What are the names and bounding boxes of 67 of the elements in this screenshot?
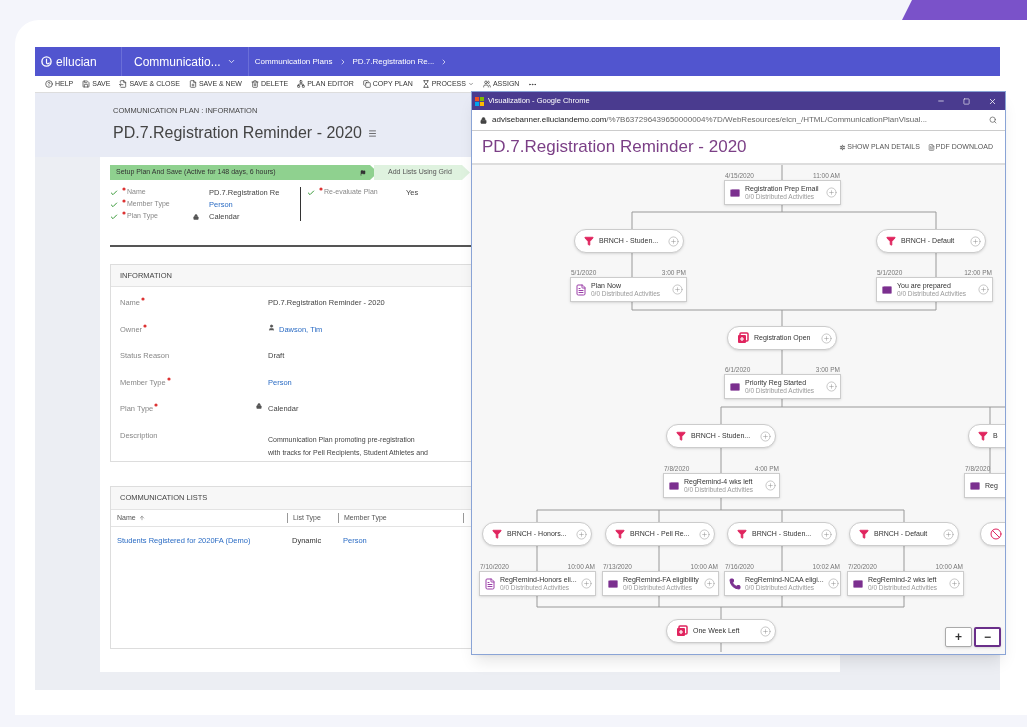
document-icon — [575, 283, 587, 296]
funnel-icon — [615, 529, 625, 539]
document-icon — [484, 577, 496, 590]
add-step-icon[interactable] — [699, 528, 710, 540]
copy-icon — [362, 80, 371, 88]
gear-icon — [839, 143, 847, 151]
menu-icon[interactable] — [368, 128, 377, 138]
hourglass-icon — [421, 80, 430, 88]
funnel-icon — [886, 236, 896, 246]
network-icon — [297, 80, 306, 88]
record-title: PD.7.Registration Reminder - 2020 — [113, 123, 362, 144]
person-icon — [268, 323, 275, 331]
add-step-icon[interactable] — [827, 578, 839, 589]
save-icon — [82, 80, 91, 88]
window-logo-icon — [475, 96, 484, 106]
brand-name: ellucian — [56, 53, 97, 71]
ban-icon — [990, 528, 1002, 540]
zoom-button[interactable]: + — [945, 627, 972, 647]
add-step-icon[interactable] — [765, 480, 776, 491]
funnel-icon — [859, 529, 869, 539]
add-step-icon[interactable] — [826, 187, 837, 198]
milestone-icon — [737, 332, 749, 344]
logo-icon — [41, 56, 52, 67]
address-bar[interactable]: advisebanner.elluciandemo.com/%7B637296439650000004%7D/WebResources/elcn_/HTML/CommunicationPlanVisual... — [472, 110, 1005, 131]
milestone-icon — [676, 625, 688, 637]
minimize-icon[interactable] — [937, 97, 945, 105]
add-step-icon[interactable] — [826, 381, 837, 392]
search-icon[interactable] — [989, 116, 997, 124]
breadcrumb-link[interactable]: Communication Plans — [254, 55, 333, 68]
lock-icon — [256, 403, 262, 409]
trash-icon — [250, 80, 259, 88]
add-step-icon[interactable] — [821, 332, 832, 344]
add-step-icon[interactable] — [821, 528, 832, 540]
add-step-icon[interactable] — [704, 578, 715, 589]
phone-icon — [729, 577, 741, 590]
add-step-icon[interactable] — [672, 284, 683, 295]
funnel-icon — [492, 529, 502, 539]
save-icon — [119, 80, 128, 88]
funnel-icon — [978, 431, 988, 441]
zoom-button[interactable]: − — [974, 627, 1001, 647]
maximize-icon[interactable] — [963, 97, 970, 105]
add-step-icon[interactable] — [978, 284, 989, 295]
help-icon — [45, 80, 53, 88]
close-icon[interactable] — [988, 96, 997, 106]
add-step-icon[interactable] — [970, 235, 981, 247]
add-step-icon[interactable] — [760, 430, 771, 442]
add-step-icon[interactable] — [581, 578, 592, 589]
add-step-icon[interactable] — [576, 528, 587, 540]
document-icon — [927, 143, 935, 151]
caret-icon — [467, 81, 474, 87]
funnel-icon — [737, 529, 747, 539]
add-step-icon[interactable] — [668, 235, 679, 247]
page-url: advisebanner.elluciandemo.com/%7B637296439650000004%7D/WebResources/elcn_/HTML/CommunicationPlanVisual... — [492, 114, 929, 126]
breadcrumb-link[interactable]: PD.7.Registration Re... — [352, 55, 435, 68]
funnel-icon — [676, 431, 686, 441]
add-step-icon[interactable] — [949, 578, 960, 589]
lock-icon — [193, 213, 199, 220]
plan-title: PD.7.Registration Reminder - 2020 — [482, 136, 748, 159]
flag-icon — [360, 169, 366, 176]
chevron-down-icon — [226, 57, 236, 66]
people-icon — [482, 80, 491, 88]
add-step-icon[interactable] — [943, 528, 954, 540]
sort-arrow-icon — [138, 515, 145, 521]
add-step-icon[interactable] — [760, 625, 771, 637]
lock-icon — [480, 116, 487, 124]
funnel-icon — [584, 236, 594, 246]
new-file-icon — [188, 80, 197, 88]
